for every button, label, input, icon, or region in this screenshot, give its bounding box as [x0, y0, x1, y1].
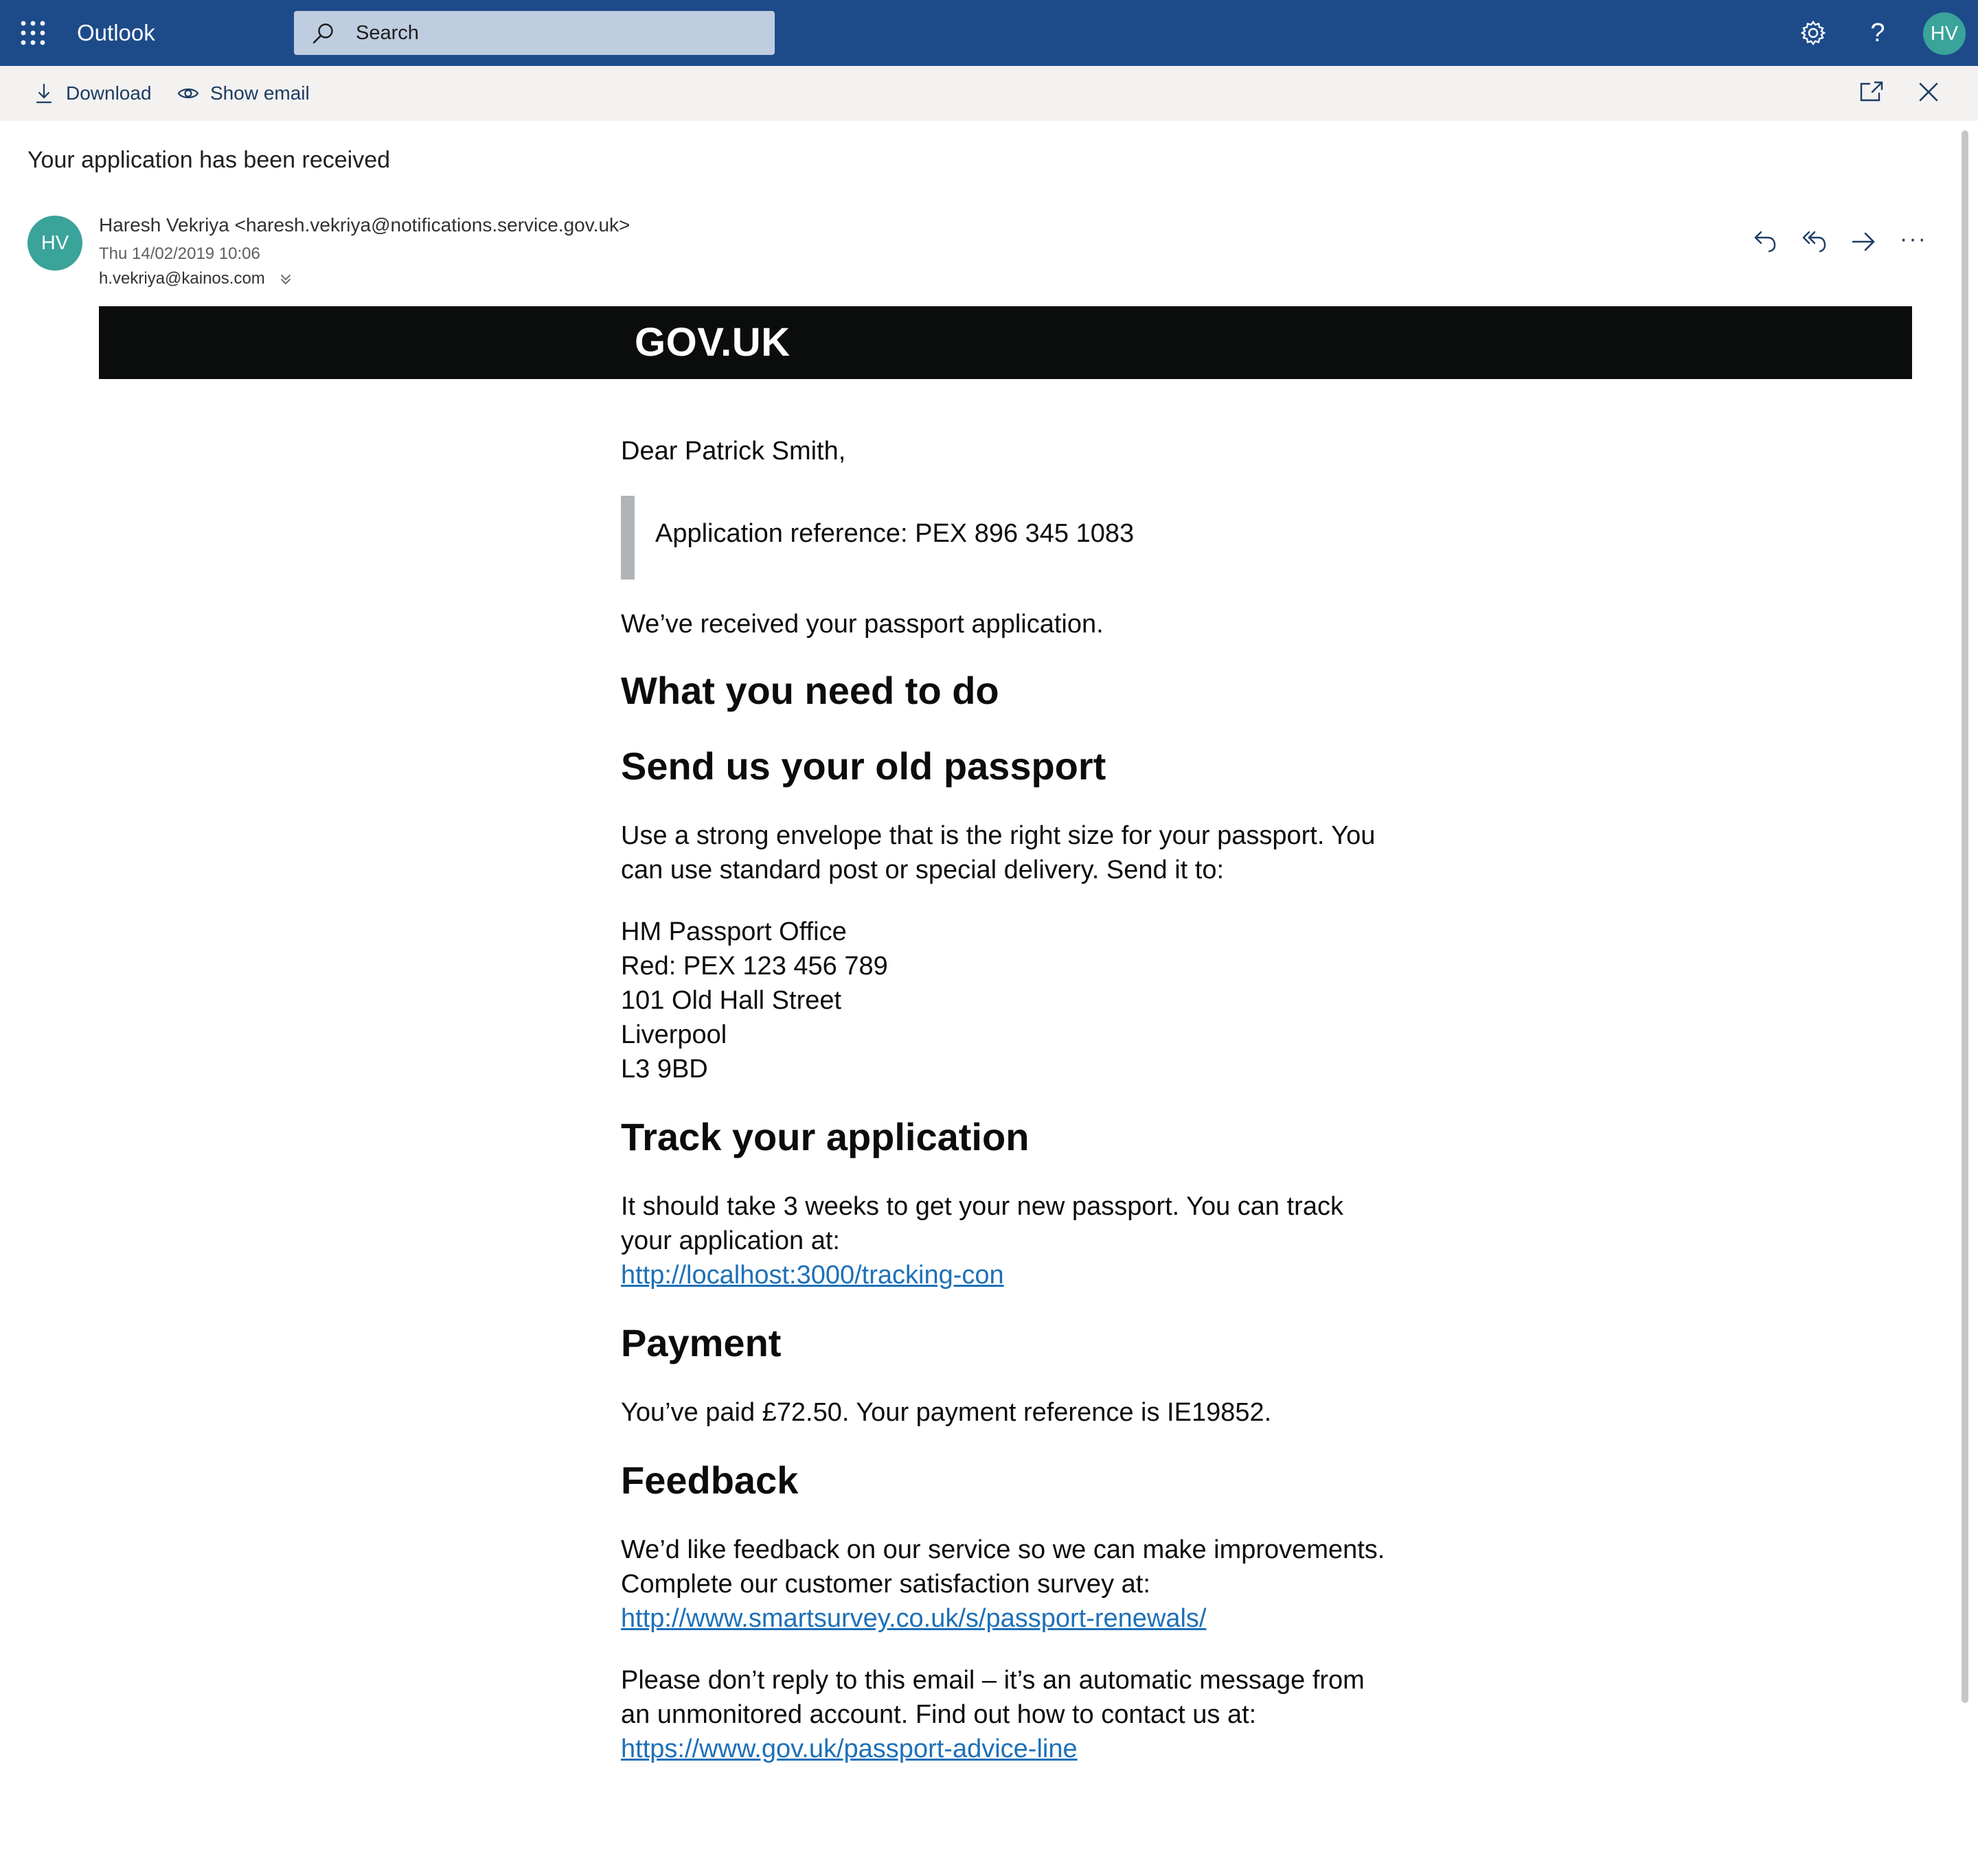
heading-send-old-passport: Send us your old passport [621, 744, 1106, 788]
command-bar: Download Show email [0, 66, 1978, 121]
contact-link[interactable]: https://www.gov.uk/passport-advice-line [621, 1732, 1397, 1766]
feedback-line: We’d like feedback on our service so we … [621, 1535, 1385, 1564]
heading-payment: Payment [621, 1321, 782, 1364]
tracking-line: It should take 3 weeks to get your new p… [621, 1192, 1343, 1221]
help-icon[interactable]: ? [1861, 16, 1894, 49]
forward-icon[interactable] [1849, 227, 1879, 257]
govuk-banner: GOV.UK [99, 306, 1912, 379]
reply-icon[interactable] [1750, 227, 1780, 257]
reply-all-icon[interactable] [1799, 227, 1830, 257]
address-line: L3 9BD [621, 1055, 708, 1084]
feedback-paragraph: We’d like feedback on our service so we … [621, 1533, 1397, 1636]
no-reply-line: an unmonitored account. Find out how to … [621, 1700, 1257, 1729]
suite-header: Outlook Search ? HV [0, 0, 1978, 66]
more-actions-icon[interactable]: ··· [1898, 227, 1929, 257]
recipient-address: h.vekriya@kainos.com [99, 269, 265, 288]
application-reference: Application reference: PEX 896 345 1083 [655, 519, 1135, 548]
recipient[interactable]: h.vekriya@kainos.com [99, 269, 293, 288]
message-date: Thu 14/02/2019 10:06 [99, 244, 260, 263]
sender[interactable]: Haresh Vekriya <haresh.vekriya@notificat… [99, 214, 630, 236]
settings-gear-icon[interactable] [1797, 16, 1830, 49]
envelope-line: can use standard post or special deliver… [621, 856, 1225, 884]
greeting: Dear Patrick Smith, [621, 437, 846, 466]
heading-track-application: Track your application [621, 1115, 1030, 1158]
sender-avatar[interactable]: HV [27, 216, 82, 271]
user-avatar[interactable]: HV [1923, 12, 1966, 55]
app-launcher-icon[interactable] [19, 19, 47, 47]
payment-text: You’ve paid £72.50. Your payment referen… [621, 1398, 1272, 1427]
open-in-new-window-icon[interactable] [1857, 77, 1887, 107]
show-email-button[interactable]: Show email [177, 77, 315, 110]
search-box[interactable]: Search [294, 11, 775, 55]
app-name[interactable]: Outlook [77, 15, 155, 51]
download-label: Download [66, 82, 152, 104]
tracking-paragraph: It should take 3 weeks to get your new p… [621, 1189, 1397, 1292]
address-line: HM Passport Office [621, 917, 847, 946]
reference-inset: Application reference: PEX 896 345 1083 [621, 496, 1376, 580]
heading-what-you-need-to-do: What you need to do [621, 669, 999, 712]
eye-icon [177, 88, 199, 99]
feedback-line: Complete our customer satisfaction surve… [621, 1570, 1150, 1599]
download-icon [36, 83, 52, 104]
download-button[interactable]: Download [33, 77, 157, 110]
no-reply-line: Please don’t reply to this email – it’s … [621, 1666, 1365, 1695]
search-placeholder: Search [356, 22, 419, 44]
heading-feedback: Feedback [621, 1459, 799, 1502]
show-email-label: Show email [210, 82, 310, 104]
no-reply-paragraph: Please don’t reply to this email – it’s … [621, 1663, 1397, 1766]
tracking-line: your application at: [621, 1226, 840, 1255]
envelope-line: Use a strong envelope that is the right … [621, 821, 1376, 850]
address-line: Red: PEX 123 456 789 [621, 952, 888, 981]
received-text: We’ve received your passport application… [621, 610, 1104, 639]
search-icon [312, 23, 333, 44]
govuk-logo: GOV.UK [635, 320, 791, 365]
survey-link[interactable]: http://www.smartsurvey.co.uk/s/passport-… [621, 1601, 1397, 1636]
address-line: Liverpool [621, 1020, 727, 1049]
envelope-instructions: Use a strong envelope that is the right … [621, 819, 1397, 887]
postal-address: HM Passport Office Red: PEX 123 456 789 … [621, 915, 888, 1086]
tracking-link[interactable]: http://localhost:3000/tracking-con [621, 1258, 1397, 1292]
vertical-scrollbar[interactable] [1962, 130, 1968, 1703]
message-subject: Your application has been received [27, 147, 391, 173]
address-line: 101 Old Hall Street [621, 986, 842, 1015]
chevron-down-icon [281, 274, 291, 284]
close-icon[interactable] [1913, 77, 1944, 107]
